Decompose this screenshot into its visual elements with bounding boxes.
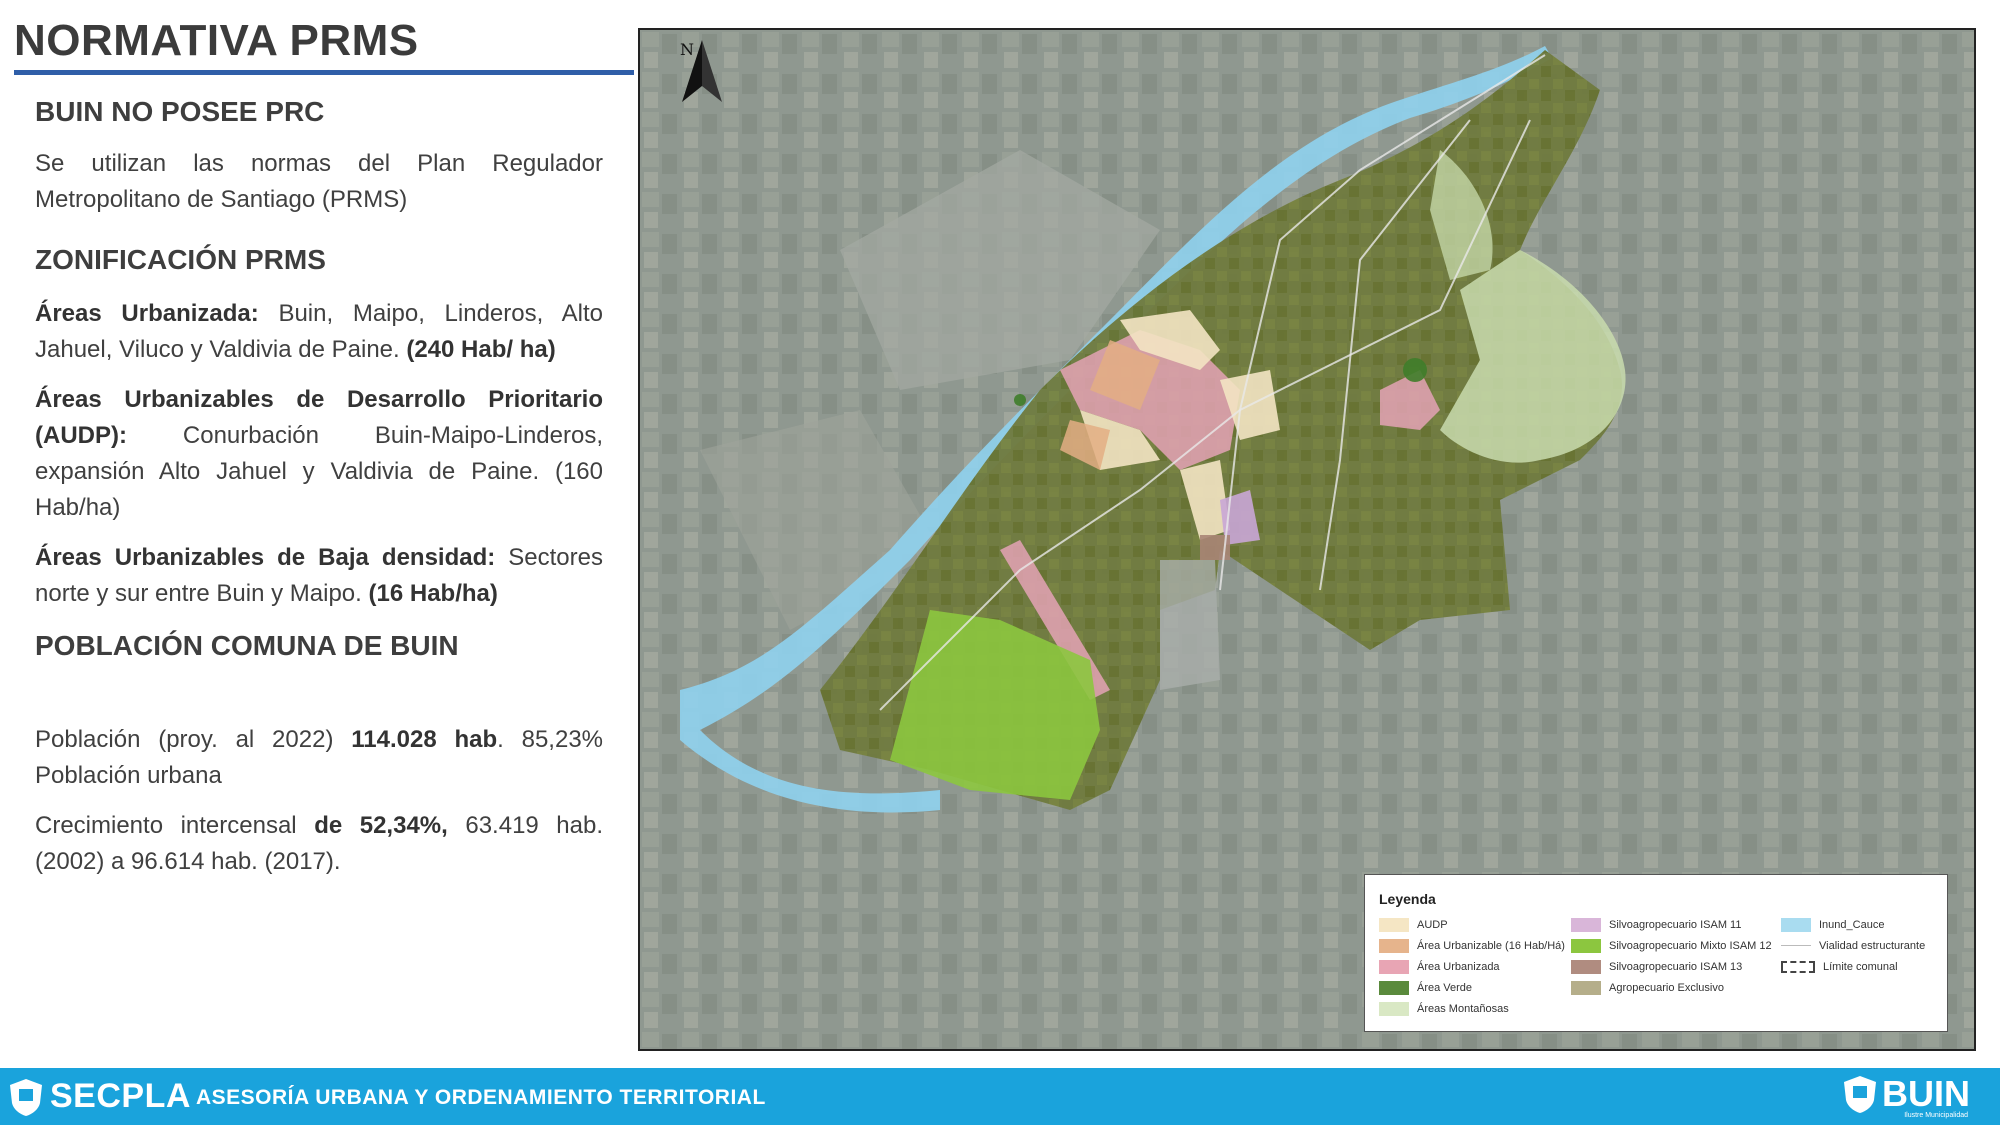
- legend-item: Silvoagropecuario Mixto ISAM 12: [1571, 938, 1781, 954]
- legend-swatch: [1379, 981, 1409, 995]
- legend-item: Área Verde: [1379, 980, 1571, 996]
- prc-description: Se utilizan las normas del Plan Regulado…: [35, 150, 603, 213]
- legend-swatch: [1571, 960, 1601, 974]
- zone-audp: Áreas Urbanizables de Desarrollo Priorit…: [35, 382, 603, 526]
- section-title-zonificacion: ZONIFICACIÓN PRMS: [35, 244, 326, 275]
- footer-bar: SECPLA ASESORÍA URBANA Y ORDENAMIENTO TE…: [0, 1068, 2000, 1125]
- buin-logo: BUIN Ilustre Municipalidad: [1842, 1073, 1970, 1119]
- poblacion-proyeccion: Población (proy. al 2022) 114.028 hab. 8…: [35, 726, 604, 789]
- legend-label: Áreas Montañosas: [1417, 1003, 1509, 1015]
- legend-title: Leyenda: [1379, 891, 1436, 907]
- zone-baja-density: (16 Hab/ha): [368, 580, 498, 607]
- municipal-shield-icon: [10, 1078, 42, 1116]
- zone-baja-label: Áreas Urbanizables de Baja densidad:: [35, 544, 496, 571]
- legend-label: Área Urbanizable (16 Hab/Há): [1417, 940, 1565, 952]
- legend-swatch: [1781, 961, 1815, 973]
- legend-label: Silvoagropecuario Mixto ISAM 12: [1609, 940, 1772, 952]
- area-verde-zone: [1014, 394, 1026, 406]
- legend-item: Límite comunal: [1781, 959, 1941, 975]
- legend-swatch: [1379, 960, 1409, 974]
- legend-label: AUDP: [1417, 919, 1448, 931]
- north-arrow-icon: [682, 40, 722, 102]
- legend-item: Silvoagropecuario ISAM 13: [1571, 959, 1781, 975]
- legend-item: [1781, 980, 1941, 996]
- legend-label: Agropecuario Exclusivo: [1609, 982, 1724, 994]
- legend-item: Área Urbanizada: [1379, 959, 1571, 975]
- page-title: NORMATIVA PRMS: [14, 16, 419, 65]
- legend-label: Silvoagropecuario ISAM 13: [1609, 961, 1743, 973]
- legend-label: Área Urbanizada: [1417, 961, 1500, 973]
- legend-swatch: [1781, 918, 1811, 932]
- legend-item: Área Urbanizable (16 Hab/Há): [1379, 938, 1571, 954]
- legend-swatch: [1571, 939, 1601, 953]
- industrial-area: [1160, 560, 1220, 690]
- title-underline: [14, 70, 634, 75]
- legend-swatch: [1379, 939, 1409, 953]
- crecimiento-intercensal: Crecimiento intercensal de 52,34%, 63.41…: [35, 812, 604, 875]
- section-title-poblacion: POBLACIÓN COMUNA DE BUIN: [35, 630, 459, 661]
- zone-urbanizada: Áreas Urbanizada: Buin, Maipo, Linderos,…: [35, 296, 603, 368]
- legend-swatch: [1571, 918, 1601, 932]
- legend-label: Límite comunal: [1823, 961, 1898, 973]
- map-legend: Leyenda AUDP Silvoagropecuario ISAM 11 Inu…: [1364, 874, 1948, 1032]
- legend-item: Inund_Cauce: [1781, 917, 1941, 933]
- legend-grid: AUDP Silvoagropecuario ISAM 11 Inund_Cauce…: [1379, 917, 1933, 1017]
- secpla-logo: SECPLA: [8, 1074, 191, 1119]
- section-title-prc: BUIN NO POSEE PRC: [35, 96, 325, 127]
- buin-brand: BUIN: [1882, 1073, 1970, 1114]
- legend-label: Vialidad estructurante: [1819, 940, 1926, 952]
- legend-label: Área Verde: [1417, 982, 1473, 994]
- legend-label: Silvoagropecuario ISAM 11: [1609, 919, 1742, 931]
- legend-item: Vialidad estructurante: [1781, 938, 1941, 954]
- legend-swatch: [1379, 1002, 1409, 1016]
- poblacion-value: 114.028 hab: [351, 726, 498, 753]
- area-verde-zone: [1403, 358, 1427, 382]
- legend-item: Agropecuario Exclusivo: [1571, 980, 1781, 996]
- legend-swatch: [1379, 918, 1409, 932]
- legend-swatch: [1781, 945, 1811, 947]
- legend-label: Inund_Cauce: [1819, 919, 1885, 931]
- legend-item: AUDP: [1379, 917, 1571, 933]
- buin-subtitle: Ilustre Municipalidad: [1904, 1112, 1968, 1119]
- zone-urbanizada-label: Áreas Urbanizada:: [35, 300, 259, 327]
- footer-department: ASESORÍA URBANA Y ORDENAMIENTO TERRITORI…: [196, 1086, 766, 1109]
- buin-shield-icon: [1844, 1076, 1876, 1113]
- secpla-brand: SECPLA: [50, 1077, 191, 1115]
- text-panel: BUIN NO POSEE PRC Se utilizan las normas…: [35, 96, 603, 880]
- legend-item: Silvoagropecuario ISAM 11: [1571, 917, 1781, 933]
- zone-urbanizada-density: (240 Hab/ ha): [406, 336, 556, 363]
- zone-baja-densidad: Áreas Urbanizables de Baja densidad: Sec…: [35, 540, 603, 612]
- zoning-map[interactable]: N Leyenda AUDP Silvoagropecuario ISAM 11 I…: [638, 28, 1976, 1051]
- north-arrow: N: [680, 40, 722, 102]
- legend-item: Áreas Montañosas: [1379, 1001, 1571, 1017]
- legend-swatch: [1571, 981, 1601, 995]
- crecimiento-value: de 52,34%,: [314, 812, 448, 839]
